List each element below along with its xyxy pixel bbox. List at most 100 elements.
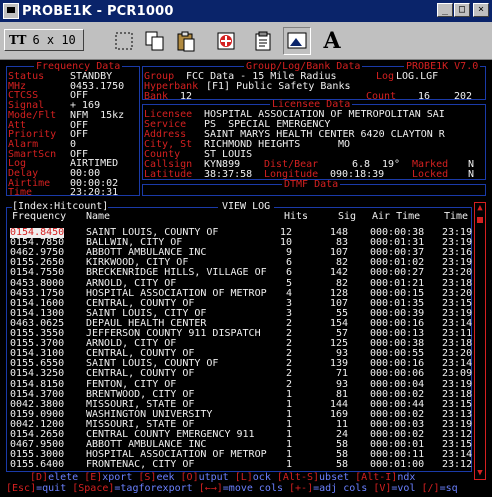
freq-field-value: 23:20:31 (70, 187, 119, 199)
font-icon[interactable]: A (318, 27, 346, 55)
footer-key-label: ndx (397, 472, 422, 483)
footer-key[interactable]: [S] (138, 472, 156, 483)
title-bar: PROBE1K - PCR1000 _ □ × (0, 0, 492, 22)
footer-key-label: ubset (319, 472, 356, 483)
log-row[interactable]: 0154.7550 BRECKENRIDGE HILLS, VILLAGE OF 6… (6, 268, 472, 278)
footer-key[interactable]: [L] (235, 472, 253, 483)
paste-icon[interactable] (172, 27, 200, 55)
footer-key[interactable]: [E] (84, 472, 102, 483)
log-row-sig: 142 (329, 267, 348, 279)
log-row[interactable]: 0155.6400 FRONTENAC, CITY OF 1 58 000:01:00 2… (6, 460, 472, 470)
footer-key-label: =sq (439, 483, 464, 494)
log-row-name: FENTON, CITY OF (86, 378, 177, 390)
col-frequency[interactable]: Frequency (12, 212, 66, 222)
scroll-up-icon[interactable]: ▲ (476, 204, 484, 213)
window-title: PROBE1K - PCR1000 (22, 3, 174, 19)
footer-key[interactable]: [V] (373, 483, 391, 494)
scroll-down-icon[interactable]: ▼ (476, 469, 484, 478)
maximize-button[interactable]: □ (454, 3, 470, 17)
footer-key-label: =adj cols (313, 483, 374, 494)
log-row-sig: 58 (335, 459, 348, 471)
footer-key[interactable]: [O] (181, 472, 199, 483)
select-region-icon[interactable] (110, 27, 138, 55)
longitude-value: 090:18:39 (330, 169, 385, 180)
log-row-frequency: 0154.8150 (10, 378, 65, 390)
log-row-hits: 2 (285, 368, 292, 380)
log-row[interactable]: 0154.8150 FENTON, CITY OF 2 93 000:00:04 23:1… (6, 378, 473, 390)
footer-key[interactable]: [+-] (289, 483, 313, 494)
toolbar: TT 6 x 10 A (0, 22, 492, 60)
state-value: MO (338, 139, 351, 150)
count-value: 16 (418, 91, 431, 102)
footer-key-label: =tagforexport (114, 483, 199, 494)
footer-key-label: xport (102, 472, 139, 483)
col-sig[interactable]: Sig (338, 212, 356, 222)
footer-key-label: =vol (391, 483, 422, 494)
log-row-hits: 5 (285, 277, 292, 289)
log-row-hits: 6 (285, 267, 292, 279)
minimize-button[interactable]: _ (437, 3, 453, 17)
footer-key-label: =quit (36, 483, 73, 494)
scroll-thumb[interactable] (477, 217, 483, 223)
app-icon (3, 3, 19, 19)
log-row-sig: 71 (335, 368, 348, 380)
copy-icon[interactable] (141, 27, 169, 55)
log-row[interactable]: 0154.3250 CENTRAL, COUNTY OF 2 71 000:00:06 2… (6, 369, 472, 379)
log-row-hits: 1 (285, 459, 292, 471)
log-file-value: LOG.LGF (396, 71, 439, 82)
log-row-frequency: 0154.3250 (10, 368, 65, 380)
locked-value: N (468, 169, 475, 180)
col-time[interactable]: Time (444, 212, 468, 222)
log-row-frequency: 0155.6400 (10, 459, 65, 471)
background-icon[interactable] (283, 27, 311, 55)
count-total-value: 202 (454, 91, 473, 102)
log-row-airtime: 000:00:27 (370, 267, 425, 279)
log-row-time: 23:19 (442, 378, 473, 390)
log-row-time: 23:18 (442, 277, 473, 289)
properties-icon[interactable] (250, 27, 278, 55)
terminal-screen: Frequency Data Status STANDBY MHz 0453.1750… (4, 62, 488, 494)
fullscreen-icon[interactable] (212, 27, 240, 55)
log-row-airtime: 000:01:00 (370, 459, 425, 471)
footer-key-label: ock (252, 472, 277, 483)
close-button[interactable]: × (473, 3, 489, 17)
log-row-frequency: 0453.8000 (10, 277, 65, 289)
footer-key[interactable]: [Alt-I] (355, 472, 397, 483)
footer-key[interactable]: [Space] (72, 483, 114, 494)
col-hits[interactable]: Hits (284, 212, 308, 222)
footer-key[interactable]: [D] (30, 472, 48, 483)
footer-key[interactable]: [Esc] (6, 483, 36, 494)
col-airtime[interactable]: Air Time (372, 212, 420, 222)
bank-value: 12 (180, 91, 193, 102)
log-row-name: BRECKENRIDGE HILLS, VILLAGE OF (86, 267, 267, 279)
key-help-footer: [D]elete [E]xport [S]eek [O]utput [L]ock… (4, 472, 474, 494)
footer-key[interactable]: [←→] (199, 483, 223, 494)
truetype-icon: TT (9, 33, 27, 47)
count-label: Count (366, 91, 397, 102)
bank-label: Bank (144, 91, 169, 102)
dtmf-data-title: DTMF Data (282, 179, 341, 190)
footer-key-label: eek (156, 472, 181, 483)
log-row-hits: 2 (285, 378, 292, 390)
locked-label: Locked (412, 169, 449, 180)
font-size-select[interactable]: TT 6 x 10 (4, 29, 84, 51)
font-size-label: 6 x 10 (32, 33, 76, 47)
log-row-time: 23:09 (442, 368, 473, 380)
latitude-value: 38:37:58 (204, 169, 253, 180)
footer-key-label: =move cols (222, 483, 290, 494)
log-row-airtime: 000:00:06 (370, 368, 425, 380)
log-row-time: 23:20 (442, 267, 473, 279)
freq-field-label: Time (8, 187, 33, 199)
footer-key-label: elete (48, 472, 85, 483)
bearing-value: 19° (382, 159, 401, 170)
log-row-name: ARNOLD, CITY OF (86, 277, 177, 289)
log-row[interactable]: 0453.8000 ARNOLD, CITY OF 5 82 000:01:21 23:1… (6, 277, 473, 289)
log-row-name: CENTRAL, COUNTY OF (86, 368, 195, 380)
log-row-sig: 82 (335, 277, 348, 289)
log-row-time: 23:12 (442, 459, 473, 471)
footer-key[interactable]: [/] (422, 483, 440, 494)
footer-key[interactable]: [Alt-S] (277, 472, 319, 483)
col-name[interactable]: Name (86, 212, 110, 222)
log-scrollbar[interactable]: ▲ ▼ (474, 202, 486, 480)
log-row-airtime: 000:00:04 (370, 378, 425, 390)
